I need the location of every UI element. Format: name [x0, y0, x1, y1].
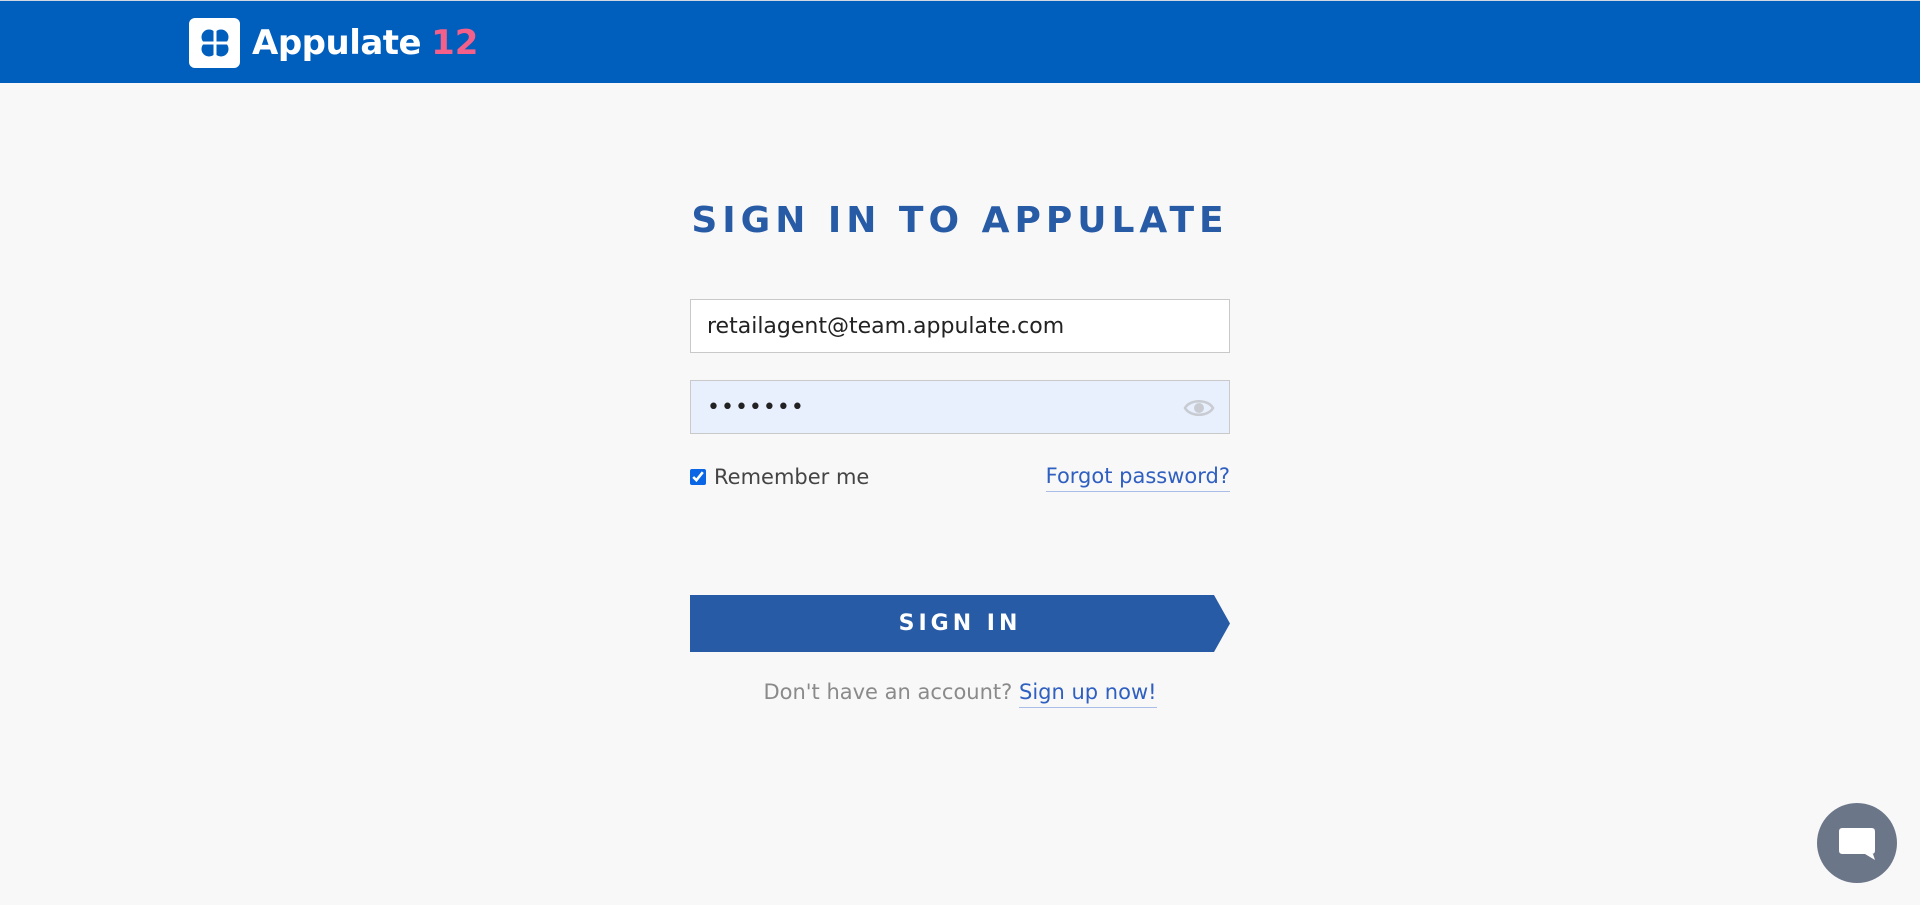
remember-me[interactable]: Remember me: [690, 465, 869, 489]
top-header: Appulate 12: [0, 0, 1920, 83]
remember-me-label: Remember me: [714, 465, 870, 489]
email-input[interactable]: [691, 300, 1229, 352]
clover-logo-icon: [189, 18, 240, 68]
options-row: Remember me Forgot password?: [690, 460, 1230, 496]
sign-up-link[interactable]: Sign up now!: [1019, 680, 1157, 708]
chat-button[interactable]: [1817, 803, 1897, 883]
app-name: Appulate: [252, 23, 422, 63]
app-version: 12: [431, 23, 479, 63]
page-title: SIGN IN TO APPULATE: [691, 200, 1229, 241]
sign-in-button[interactable]: SIGN IN: [690, 595, 1230, 652]
no-account-text: Don't have an account?: [763, 680, 1013, 704]
password-field-wrapper: [690, 380, 1230, 434]
eye-icon[interactable]: [1183, 396, 1215, 420]
brand[interactable]: Appulate 12: [189, 18, 478, 68]
chat-bubble-icon: [1839, 828, 1875, 860]
signup-prompt: Don't have an account? Sign up now!: [0, 680, 1920, 708]
password-input[interactable]: [691, 381, 1229, 433]
email-field-wrapper: [690, 299, 1230, 353]
forgot-password-link[interactable]: Forgot password?: [1045, 464, 1230, 492]
remember-me-checkbox[interactable]: [690, 469, 706, 485]
